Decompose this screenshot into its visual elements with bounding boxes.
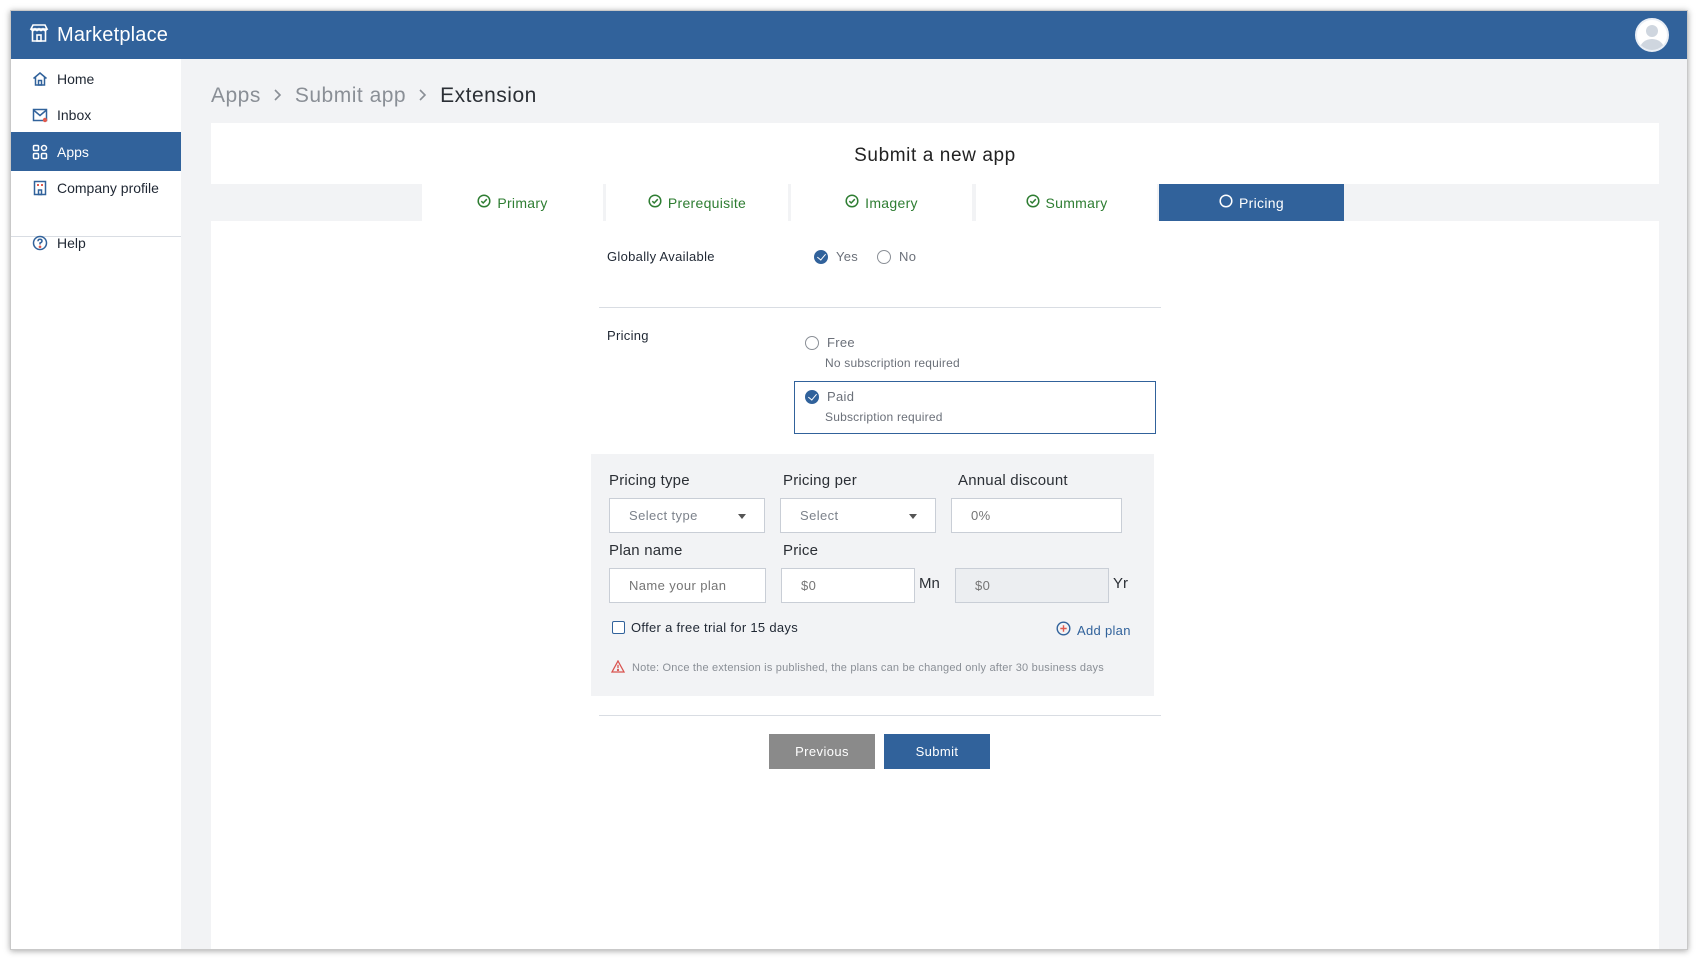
price-label: Price (783, 542, 819, 559)
pricing-label: Pricing (607, 328, 649, 343)
sidebar-item-label: Home (57, 70, 95, 87)
chevron-right-icon (273, 86, 283, 107)
add-plan-button[interactable]: Add plan (1056, 621, 1131, 639)
annual-discount-label: Annual discount (958, 472, 1068, 489)
tab-summary[interactable]: Summary (976, 184, 1157, 221)
page-title: Submit a new app (854, 145, 1016, 166)
pricing-type-label: Pricing type (609, 472, 690, 489)
check-circle-icon (845, 194, 859, 211)
radio-unchecked-icon (805, 335, 819, 350)
breadcrumb-apps[interactable]: Apps (211, 84, 261, 108)
plan-name-input[interactable] (609, 568, 766, 603)
free-trial-label: Offer a free trial for 15 days (631, 620, 798, 635)
building-icon (31, 179, 49, 197)
pricing-paid-option[interactable]: Paid Subscription required (794, 381, 1156, 434)
checkbox-icon (612, 621, 625, 634)
sidebar-item-label: Company profile (57, 179, 159, 196)
plus-circle-icon (1056, 621, 1071, 639)
sidebar-item-help[interactable]: Help (11, 223, 181, 262)
radio-unchecked-icon (877, 249, 891, 264)
breadcrumb-submit-app[interactable]: Submit app (295, 84, 406, 108)
apps-grid-icon (31, 143, 49, 161)
avatar[interactable] (1635, 18, 1669, 52)
note-text: Note: Once the extension is published, t… (632, 662, 1104, 674)
pricing-free-radio[interactable]: Free (805, 335, 855, 350)
caret-down-icon (738, 514, 746, 519)
radio-label: Paid (827, 389, 855, 404)
sidebar-item-label: Help (57, 234, 86, 251)
tab-label: Pricing (1239, 194, 1284, 211)
select-value: Select (800, 508, 839, 523)
plan-name-label: Plan name (609, 542, 683, 559)
inbox-icon (31, 106, 49, 124)
tab-label: Primary (497, 194, 548, 211)
sidebar-item-home[interactable]: Home (11, 59, 181, 98)
caret-down-icon (909, 514, 917, 519)
free-hint: No subscription required (825, 356, 960, 370)
monthly-price-input[interactable] (781, 568, 915, 603)
tab-imagery[interactable]: Imagery (791, 184, 972, 221)
check-circle-icon (477, 194, 491, 211)
chevron-right-icon (418, 86, 428, 107)
tab-label: Prerequisite (667, 194, 747, 211)
annual-discount-input[interactable] (951, 498, 1122, 533)
sidebar-item-apps[interactable]: Apps (11, 132, 181, 171)
radio-label: No (899, 249, 917, 264)
sidebar-item-label: Inbox (57, 106, 92, 123)
submit-button[interactable]: Submit (884, 734, 990, 769)
tab-prerequisite[interactable]: Prerequisite (606, 184, 788, 221)
tab-label: Summary (1045, 194, 1108, 211)
warning-triangle-icon (610, 659, 626, 676)
radio-label: Free (827, 335, 855, 350)
add-plan-label: Add plan (1077, 622, 1131, 638)
app-title: Marketplace (57, 23, 169, 46)
submit-app-panel: Submit a new app Primary Prerequisite Im… (211, 123, 1659, 949)
brand[interactable]: Marketplace (29, 21, 168, 49)
yearly-price-input[interactable] (955, 568, 1109, 603)
pricing-per-label: Pricing per (783, 472, 857, 489)
monthly-unit: Mn (919, 575, 940, 592)
radio-checked-icon (814, 249, 828, 264)
sidebar-item-inbox[interactable]: Inbox (11, 95, 181, 134)
free-trial-checkbox[interactable]: Offer a free trial for 15 days (612, 620, 798, 635)
check-circle-icon (648, 194, 662, 211)
home-icon (31, 70, 49, 88)
previous-button[interactable]: Previous (769, 734, 875, 769)
globally-available-no-radio[interactable]: No (877, 249, 916, 264)
pricing-paid-radio[interactable]: Paid (805, 389, 854, 404)
radio-label: Yes (836, 249, 859, 264)
section-divider (599, 307, 1161, 308)
check-circle-icon (1025, 194, 1040, 211)
plan-note: Note: Once the extension is published, t… (610, 659, 1104, 676)
top-bar: Marketplace (11, 11, 1687, 59)
pricing-type-select[interactable]: Select type (609, 498, 765, 533)
footer-divider (599, 715, 1161, 716)
pricing-per-select[interactable]: Select (780, 498, 936, 533)
storefront-icon (29, 23, 49, 48)
sidebar: Home Inbox Apps Company profile Help (11, 59, 181, 949)
breadcrumb-extension: Extension (440, 84, 537, 107)
tab-pricing[interactable]: Pricing (1159, 184, 1344, 221)
tab-label: Imagery (865, 194, 918, 211)
question-circle-icon (31, 234, 49, 252)
globally-available-label: Globally Available (607, 249, 715, 264)
select-value: Select type (629, 508, 698, 523)
sidebar-item-label: Apps (57, 143, 89, 160)
sidebar-item-company-profile[interactable]: Company profile (11, 168, 181, 207)
plan-editor: Pricing type Pricing per Annual discount… (591, 454, 1154, 696)
app-window: Marketplace Home Inbox Apps Company prof… (10, 10, 1688, 950)
globally-available-yes-radio[interactable]: Yes (814, 249, 858, 264)
tab-primary[interactable]: Primary (422, 184, 603, 221)
circle-outline-icon (1219, 194, 1233, 211)
yearly-unit: Yr (1113, 575, 1128, 592)
radio-checked-icon (805, 389, 819, 404)
breadcrumb: Apps Submit app Extension (211, 81, 537, 111)
paid-hint: Subscription required (825, 410, 943, 424)
